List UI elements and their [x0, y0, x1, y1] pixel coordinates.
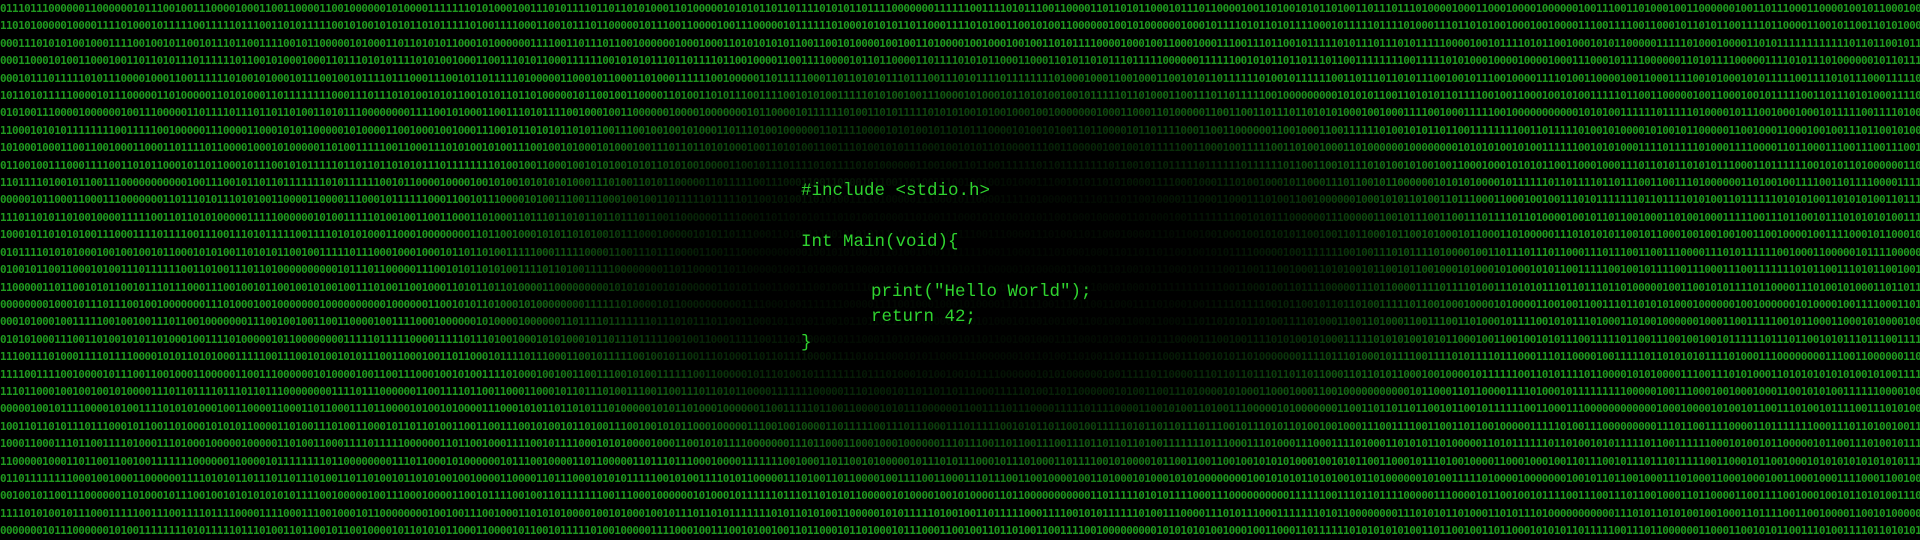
matrix-wallpaper: 0111011100000011000000101110010011100001… — [0, 0, 1920, 540]
code-snippet: #include <stdio.h> Int Main(void){ print… — [801, 179, 1092, 356]
include-directive: #include <stdio.h> — [801, 181, 991, 201]
main-function-signature: Int Main(void){ — [801, 231, 959, 252]
return-statement: return 42; — [871, 307, 977, 328]
closing-brace: } — [801, 332, 812, 353]
print-statement: print("Hello World"); — [871, 282, 1092, 303]
